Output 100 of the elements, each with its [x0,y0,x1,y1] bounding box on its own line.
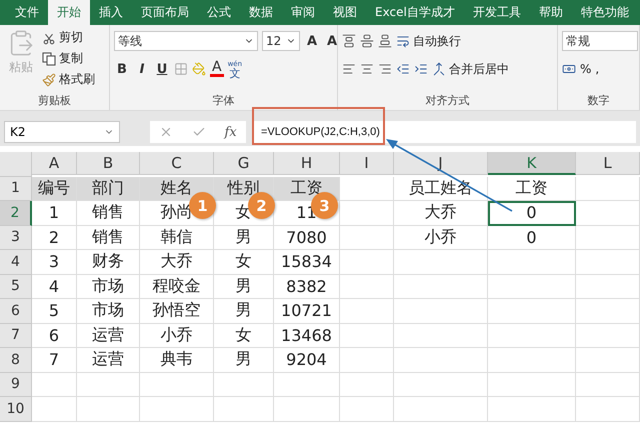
table-cell [576,226,640,250]
currency-icon[interactable] [562,62,576,76]
ribbon-tab[interactable]: 视图 [324,0,366,25]
merge-icon [432,62,446,76]
row-header[interactable]: 7 [0,324,32,348]
indent-increase-icon[interactable] [414,62,428,76]
row-header[interactable]: 1 [0,176,32,201]
table-cell: 4 [32,274,77,299]
ribbon-tab[interactable]: 页面布局 [132,0,198,25]
merge-center-button[interactable]: 合并后居中 [432,60,509,78]
table-cell: 13468 [274,324,340,348]
table-cell: 小乔 [394,226,488,250]
table-cell: 男 [214,299,274,324]
column-header[interactable]: K [488,152,576,175]
table-cell: 3 [32,250,77,274]
table-cell [340,299,394,324]
row-header[interactable]: 3 [0,226,32,250]
table-cell [340,226,394,250]
font-color-button[interactable]: A [210,61,224,77]
table-cell: 7 [32,348,77,372]
align-right-icon[interactable] [378,62,392,76]
table-cell [576,250,640,274]
table-cell [576,299,640,324]
indent-decrease-icon[interactable] [396,62,410,76]
group-label: 字体 [212,93,236,109]
ribbon-tab[interactable]: 公式 [198,0,240,25]
table-cell: 1 [32,201,77,226]
table-cell [340,397,394,422]
font-name-field[interactable]: 等线 [114,31,258,51]
row-header[interactable]: 9 [0,372,32,397]
wrap-text-button[interactable]: 自动换行 [396,32,461,50]
table-cell: 大乔 [394,201,488,226]
table-cell: 男 [214,348,274,372]
row-header[interactable]: 8 [0,348,32,372]
column-header[interactable]: B [77,152,140,175]
table-cell: 8382 [274,274,340,299]
table-cell [340,348,394,372]
align-bottom-icon[interactable] [378,34,392,48]
column-header[interactable]: L [576,152,640,175]
table-cell: 0 [488,201,576,226]
ribbon-tab[interactable]: 帮助 [530,0,572,25]
row-header[interactable]: 5 [0,274,32,299]
table-cell: 大乔 [140,250,214,274]
group-label: 数字 [586,93,610,109]
table-cell [340,324,394,348]
align-top-icon[interactable] [342,34,356,48]
insert-function-button[interactable]: fx [224,124,237,140]
format-painter-button[interactable]: 格式刷 [42,71,95,88]
shrink-font-button[interactable]: A [324,34,340,48]
grow-font-button[interactable]: A [304,34,320,48]
table-cell: 6 [32,324,77,348]
ribbon-tab[interactable]: 开始 [48,0,90,25]
ribbon-tab[interactable]: 审阅 [282,0,324,25]
cut-button[interactable]: 剪切 [42,29,95,46]
table-cell: 编号 [32,176,77,201]
table-cell [340,274,394,299]
align-center-icon[interactable] [360,62,374,76]
number-format-field[interactable]: 常规 [562,31,638,51]
ribbon-tab[interactable]: 特色功能 [572,0,638,25]
name-box[interactable]: K2 [4,121,120,143]
table-cell: 男 [214,226,274,250]
table-cell [576,372,640,397]
group-label: 对齐方式 [424,93,470,109]
group-label: 剪贴板 [37,93,72,109]
bold-button[interactable]: B [114,62,130,76]
font-size-field[interactable]: 12 [262,31,300,51]
ribbon-tab[interactable]: 开发工具 [464,0,530,25]
table-cell [576,274,640,299]
row-header[interactable]: 10 [0,397,32,422]
italic-button[interactable]: I [134,62,150,76]
copy-button[interactable]: 复制 [42,50,95,67]
column-header[interactable]: H [274,152,340,175]
row-header[interactable]: 2 [0,201,32,226]
table-cell: 9204 [274,348,340,372]
table-cell: 0 [488,226,576,250]
ribbon-tab[interactable]: 数据 [240,0,282,25]
column-header[interactable]: G [214,152,274,175]
table-cell: 10721 [274,299,340,324]
table-cell: 市场 [77,274,140,299]
table-cell: 15834 [274,250,340,274]
table-cell: 典韦 [140,348,214,372]
column-header[interactable]: I [340,152,394,175]
table-cell: 市场 [77,299,140,324]
table-cell: 工资 [488,176,576,201]
ribbon-tab[interactable]: 文件 [6,0,48,25]
table-cell: 女 [214,324,274,348]
table-cell [576,324,640,348]
copy-icon [42,52,56,66]
ribbon-tab[interactable]: 插入 [90,0,132,25]
ribbon-tab[interactable]: Excel自学成才 [366,0,464,25]
comma-button[interactable]: , [595,62,600,76]
row-header[interactable]: 4 [0,250,32,274]
column-header[interactable]: A [32,152,77,175]
percent-button[interactable]: % [580,62,592,76]
underline-button[interactable]: U [154,62,170,76]
column-header[interactable]: C [140,152,214,175]
align-left-icon[interactable] [342,62,356,76]
row-header[interactable]: 6 [0,299,32,324]
align-middle-icon[interactable] [360,34,374,48]
formula-field[interactable]: =VLOOKUP(J2,C:H,3,0) [252,121,636,143]
